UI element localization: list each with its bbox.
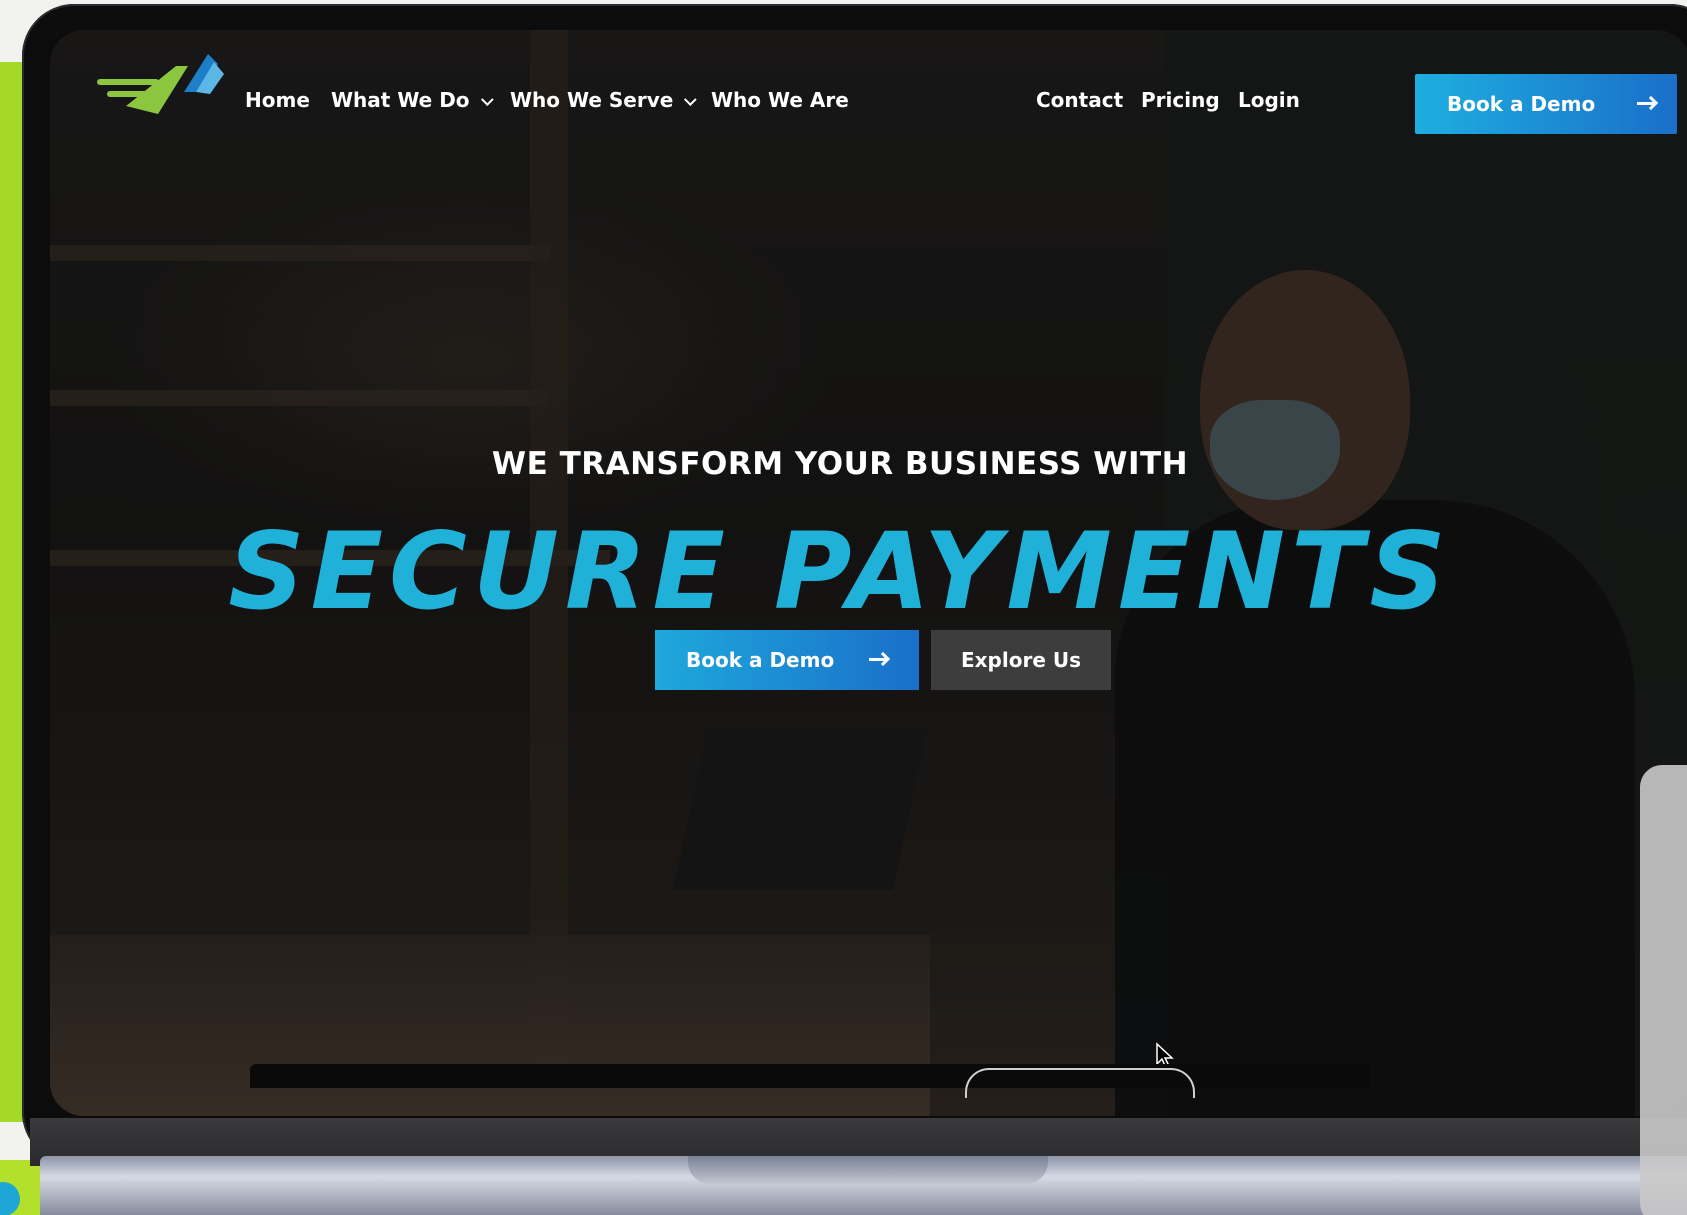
hero-book-demo-label: Book a Demo: [686, 648, 835, 672]
nav-who-we-are-link[interactable]: Who We Are: [711, 88, 849, 112]
hero-explore-us-label: Explore Us: [960, 648, 1081, 672]
nav-book-demo-button[interactable]: Book a Demo: [1415, 74, 1677, 134]
chevron-down-icon: [480, 93, 494, 107]
nav-what-we-do-label: What We Do: [331, 88, 470, 112]
nav-what-we-do-menu[interactable]: What We Do: [331, 88, 494, 112]
nav-who-we-serve-label: Who We Serve: [510, 88, 674, 112]
nav-home-link[interactable]: Home: [245, 88, 310, 112]
nav-pricing-link[interactable]: Pricing: [1141, 88, 1220, 112]
hero-explore-us-button[interactable]: Explore Us: [931, 630, 1111, 690]
laptop-hinge-notch: [688, 1156, 1048, 1184]
nav-who-we-serve-menu[interactable]: Who We Serve: [510, 88, 698, 112]
arrow-right-icon: [869, 658, 887, 661]
screen-bottom-pill: [965, 1068, 1195, 1098]
side-panel-decor: [1640, 765, 1687, 1215]
brand-logo-icon[interactable]: [96, 42, 226, 122]
nav-book-demo-label: Book a Demo: [1447, 92, 1596, 116]
arrow-right-icon: [1637, 102, 1655, 105]
screen-bottom-bar: [250, 1064, 1370, 1088]
hero-kicker: WE TRANSFORM YOUR BUSINESS WITH: [491, 446, 1189, 482]
chevron-down-icon: [684, 93, 698, 107]
top-navigation: Home What We Do Who We Serve Who We Are …: [50, 30, 1687, 140]
nav-contact-link[interactable]: Contact: [1036, 88, 1123, 112]
hero-book-demo-button[interactable]: Book a Demo: [655, 630, 919, 690]
laptop-screen: Home What We Do Who We Serve Who We Are …: [50, 30, 1687, 1116]
nav-login-link[interactable]: Login: [1238, 88, 1300, 112]
hero-title: SECURE PAYMENTS: [228, 510, 1452, 633]
